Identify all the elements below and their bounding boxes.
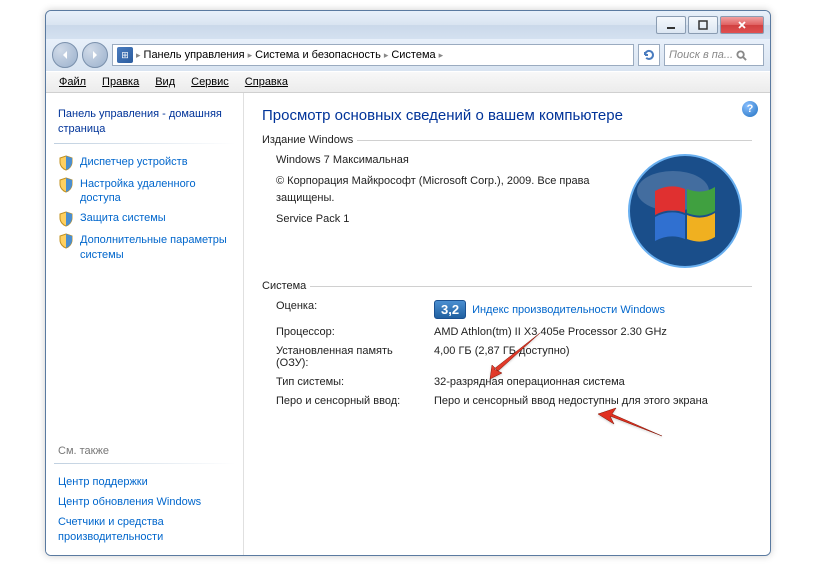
titlebar xyxy=(46,11,770,39)
edition-name: Windows 7 Максимальная xyxy=(276,152,608,170)
sidebar: Панель управления - домашняя страница Ди… xyxy=(46,93,244,555)
chevron-right-icon: ▸ xyxy=(439,50,444,61)
sidebar-device-manager[interactable]: Диспетчер устройств xyxy=(54,152,235,174)
see-also-perf-tools[interactable]: Счетчики и средства производительности xyxy=(54,512,235,547)
menu-file[interactable]: Файл xyxy=(52,74,93,90)
help-icon[interactable]: ? xyxy=(742,101,758,117)
chevron-right-icon: ▸ xyxy=(384,50,389,61)
back-button[interactable] xyxy=(52,42,78,68)
rating-badge: 3,2 xyxy=(434,300,466,319)
ram-value: 4,00 ГБ (2,87 ГБ доступно) xyxy=(434,345,748,357)
performance-index-link[interactable]: Индекс производительности Windows xyxy=(472,304,665,316)
rating-row: 3,2 Индекс производительности Windows xyxy=(434,300,665,319)
divider xyxy=(54,463,235,464)
edition-legend: Издание Windows xyxy=(262,134,357,146)
breadcrumb[interactable]: ⊞ ▸ Панель управления ▸ Система и безопа… xyxy=(112,44,634,66)
chevron-right-icon: ▸ xyxy=(136,50,141,61)
see-also-action-center[interactable]: Центр поддержки xyxy=(54,472,235,492)
menu-tools[interactable]: Сервис xyxy=(184,74,236,90)
cpu-label: Процессор: xyxy=(276,326,426,338)
breadcrumb-item[interactable]: Система xyxy=(391,49,435,61)
ram-label: Установленная память (ОЗУ): xyxy=(276,345,426,369)
breadcrumb-item[interactable]: Панель управления xyxy=(144,49,245,61)
edition-sp: Service Pack 1 xyxy=(276,211,608,229)
system-section: Система Оценка: 3,2 Индекс производитель… xyxy=(262,280,752,407)
spacer xyxy=(54,265,235,441)
sidebar-home-link[interactable]: Панель управления - домашняя страница xyxy=(54,103,235,139)
pen-value: Перо и сенсорный ввод недоступны для это… xyxy=(434,395,748,407)
close-button[interactable] xyxy=(720,16,764,34)
pen-label: Перо и сенсорный ввод: xyxy=(276,395,426,407)
forward-button[interactable] xyxy=(82,42,108,68)
menubar: Файл Правка Вид Сервис Справка xyxy=(46,71,770,93)
link-label: Центр обновления Windows xyxy=(58,495,201,509)
link-label: Защита системы xyxy=(80,211,166,225)
shield-icon xyxy=(58,155,74,171)
maximize-button[interactable] xyxy=(688,16,718,34)
cpu-value: AMD Athlon(tm) II X3 405e Processor 2.30… xyxy=(434,326,748,338)
see-also-windows-update[interactable]: Центр обновления Windows xyxy=(54,492,235,512)
see-also-heading: См. также xyxy=(54,441,235,459)
address-bar: ⊞ ▸ Панель управления ▸ Система и безопа… xyxy=(46,39,770,71)
sidebar-remote-settings[interactable]: Настройка удаленного доступа xyxy=(54,174,235,209)
link-label: Счетчики и средства производительности xyxy=(58,515,231,544)
link-label: Дополнительные параметры системы xyxy=(80,233,231,262)
system-properties-window: ⊞ ▸ Панель управления ▸ Система и безопа… xyxy=(45,10,771,556)
menu-edit[interactable]: Правка xyxy=(95,74,146,90)
body: Панель управления - домашняя страница Ди… xyxy=(46,93,770,555)
type-value: 32-разрядная операционная система xyxy=(434,376,748,388)
main-panel: ? Просмотр основных сведений о вашем ком… xyxy=(244,93,770,555)
minimize-button[interactable] xyxy=(656,16,686,34)
breadcrumb-item[interactable]: Система и безопасность xyxy=(255,49,381,61)
page-title: Просмотр основных сведений о вашем компь… xyxy=(262,107,752,124)
link-label: Настройка удаленного доступа xyxy=(80,177,231,206)
system-legend: Система xyxy=(262,280,310,292)
link-label: Центр поддержки xyxy=(58,475,148,489)
type-label: Тип системы: xyxy=(276,376,426,388)
edition-section: Издание Windows Windows 7 Максимальная ©… xyxy=(262,134,752,270)
control-panel-icon: ⊞ xyxy=(117,47,133,63)
edition-copyright: © Корпорация Майкрософт (Microsoft Corp.… xyxy=(276,173,608,208)
windows-logo xyxy=(622,152,748,270)
menu-view[interactable]: Вид xyxy=(148,74,182,90)
search-input[interactable]: Поиск в па... xyxy=(664,44,764,66)
shield-icon xyxy=(58,177,74,193)
edition-text: Windows 7 Максимальная © Корпорация Майк… xyxy=(276,152,608,270)
search-icon xyxy=(736,50,747,61)
divider xyxy=(54,143,235,144)
sidebar-system-protection[interactable]: Защита системы xyxy=(54,208,235,230)
shield-icon xyxy=(58,211,74,227)
search-placeholder: Поиск в па... xyxy=(669,49,733,61)
sidebar-advanced-settings[interactable]: Дополнительные параметры системы xyxy=(54,230,235,265)
chevron-right-icon: ▸ xyxy=(248,50,253,61)
rating-label: Оценка: xyxy=(276,300,426,312)
shield-icon xyxy=(58,233,74,249)
refresh-button[interactable] xyxy=(638,44,660,66)
link-label: Диспетчер устройств xyxy=(80,155,188,169)
menu-help[interactable]: Справка xyxy=(238,74,295,90)
